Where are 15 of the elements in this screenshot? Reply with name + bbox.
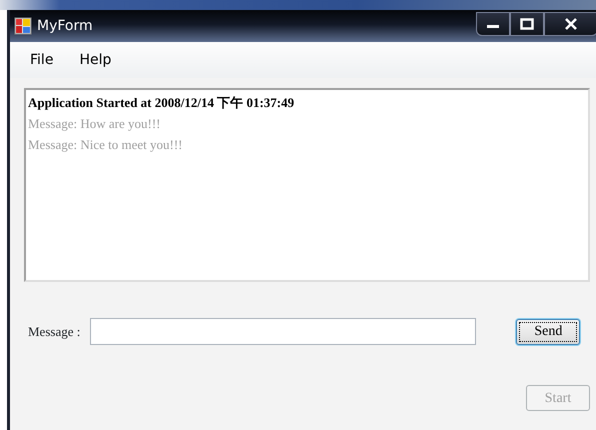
window-title: MyForm bbox=[37, 16, 93, 36]
app-icon bbox=[14, 17, 32, 35]
maximize-icon bbox=[520, 18, 534, 30]
log-line: Message: Nice to meet you!!! bbox=[28, 136, 184, 154]
menu-item[interactable]: File bbox=[30, 50, 54, 70]
log-line: Application Started at 2008/12/14 下午 01:37:49 bbox=[28, 94, 296, 112]
send-button[interactable]: Send bbox=[516, 318, 580, 344]
log-line: Message: How are you!!! bbox=[28, 115, 162, 133]
message-field[interactable] bbox=[90, 318, 476, 345]
minimize-button[interactable] bbox=[476, 12, 510, 36]
close-icon bbox=[564, 18, 578, 30]
maximize-button[interactable] bbox=[510, 12, 544, 36]
message-label: Message : bbox=[28, 322, 80, 341]
menu-item[interactable]: Help bbox=[79, 50, 112, 70]
close-button[interactable] bbox=[544, 12, 596, 36]
